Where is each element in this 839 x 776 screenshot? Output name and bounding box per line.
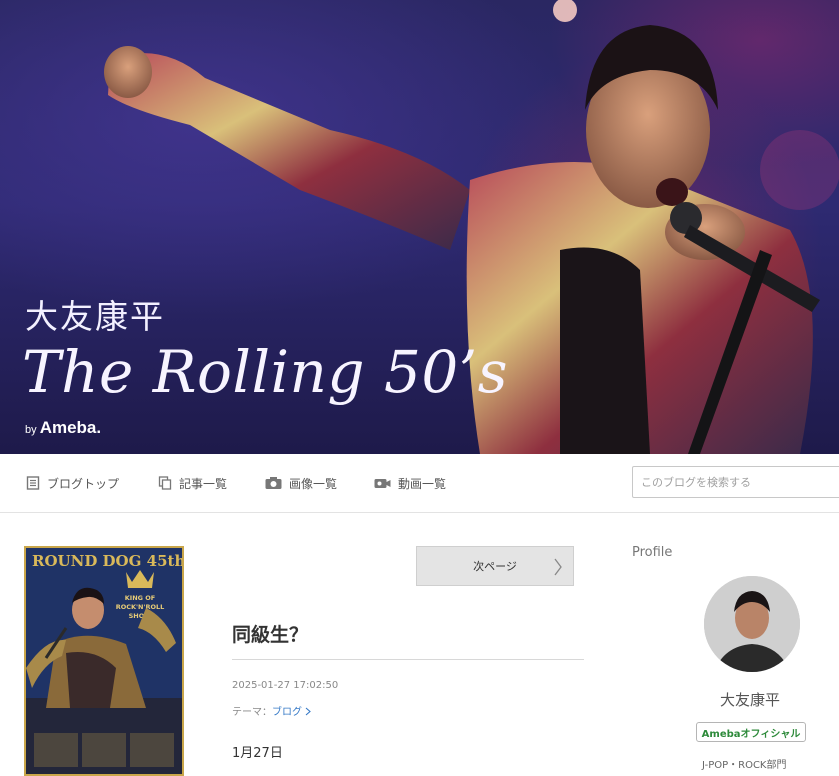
concert-poster-thumbnail[interactable]: ROUND DOG 45th KING OF ROCK'N'ROLL SHOW bbox=[24, 546, 184, 776]
banner-artist-name: 大友康平 bbox=[25, 297, 165, 336]
blog-title: The Rolling 50’s bbox=[22, 338, 508, 406]
poster-art: ROUND DOG 45th KING OF ROCK'N'ROLL SHOW bbox=[26, 548, 182, 774]
nav-image-list[interactable]: 画像一覧 bbox=[265, 474, 337, 492]
nav-article-list-label: 記事一覧 bbox=[179, 476, 228, 491]
theme-link[interactable]: ブログ bbox=[272, 707, 302, 718]
ameba-brand: Ameba. bbox=[39, 418, 102, 437]
nav-video-list-label: 動画一覧 bbox=[398, 476, 447, 491]
next-page-button[interactable]: 次ページ bbox=[416, 546, 574, 586]
profile-avatar[interactable] bbox=[704, 576, 800, 672]
poster-badge-top: KING OF bbox=[125, 594, 155, 602]
by-label: by bbox=[25, 424, 40, 436]
blog-header-banner[interactable]: 大友康平 The Rolling 50’s by Ameba. bbox=[0, 0, 839, 454]
chevron-right-icon bbox=[554, 558, 562, 576]
post-date: 2025-01-27 17:02:50 bbox=[232, 680, 339, 691]
nav-article-list[interactable]: 記事一覧 bbox=[158, 474, 227, 492]
ameba-official-badge[interactable]: Amebaオフィシャル bbox=[696, 722, 806, 742]
nav-image-list-label: 画像一覧 bbox=[289, 476, 338, 491]
camera-icon bbox=[265, 477, 282, 489]
nav-blog-top-label: ブログトップ bbox=[47, 476, 120, 491]
nav-video-list[interactable]: 動画一覧 bbox=[374, 474, 446, 492]
ameba-logo: by Ameba. bbox=[25, 418, 101, 438]
avatar-photo bbox=[704, 576, 800, 672]
profile-category[interactable]: J-POP・ROCK部門 bbox=[702, 756, 787, 771]
post-theme: テーマ：ブログ bbox=[232, 703, 311, 718]
profile-heading: Profile bbox=[632, 545, 673, 560]
nav-blog-top[interactable]: ブログトップ bbox=[26, 474, 119, 492]
post-body-first-line: 1月27日 bbox=[232, 746, 283, 761]
video-camera-icon bbox=[374, 479, 391, 488]
next-page-label: 次ページ bbox=[473, 560, 517, 573]
theme-prefix: テーマ： bbox=[232, 707, 272, 718]
profile-name[interactable]: 大友康平 bbox=[720, 689, 780, 710]
poster-badge-mid: ROCK'N'ROLL bbox=[116, 603, 165, 611]
poster-headline: ROUND DOG 45th bbox=[32, 552, 182, 570]
post-title[interactable]: 同級生？ bbox=[232, 620, 308, 647]
title-divider bbox=[232, 659, 584, 660]
document-icon bbox=[26, 476, 40, 490]
copy-icon bbox=[158, 476, 172, 490]
blog-search-input[interactable] bbox=[632, 466, 839, 498]
chevron-right-small-icon bbox=[305, 707, 311, 716]
